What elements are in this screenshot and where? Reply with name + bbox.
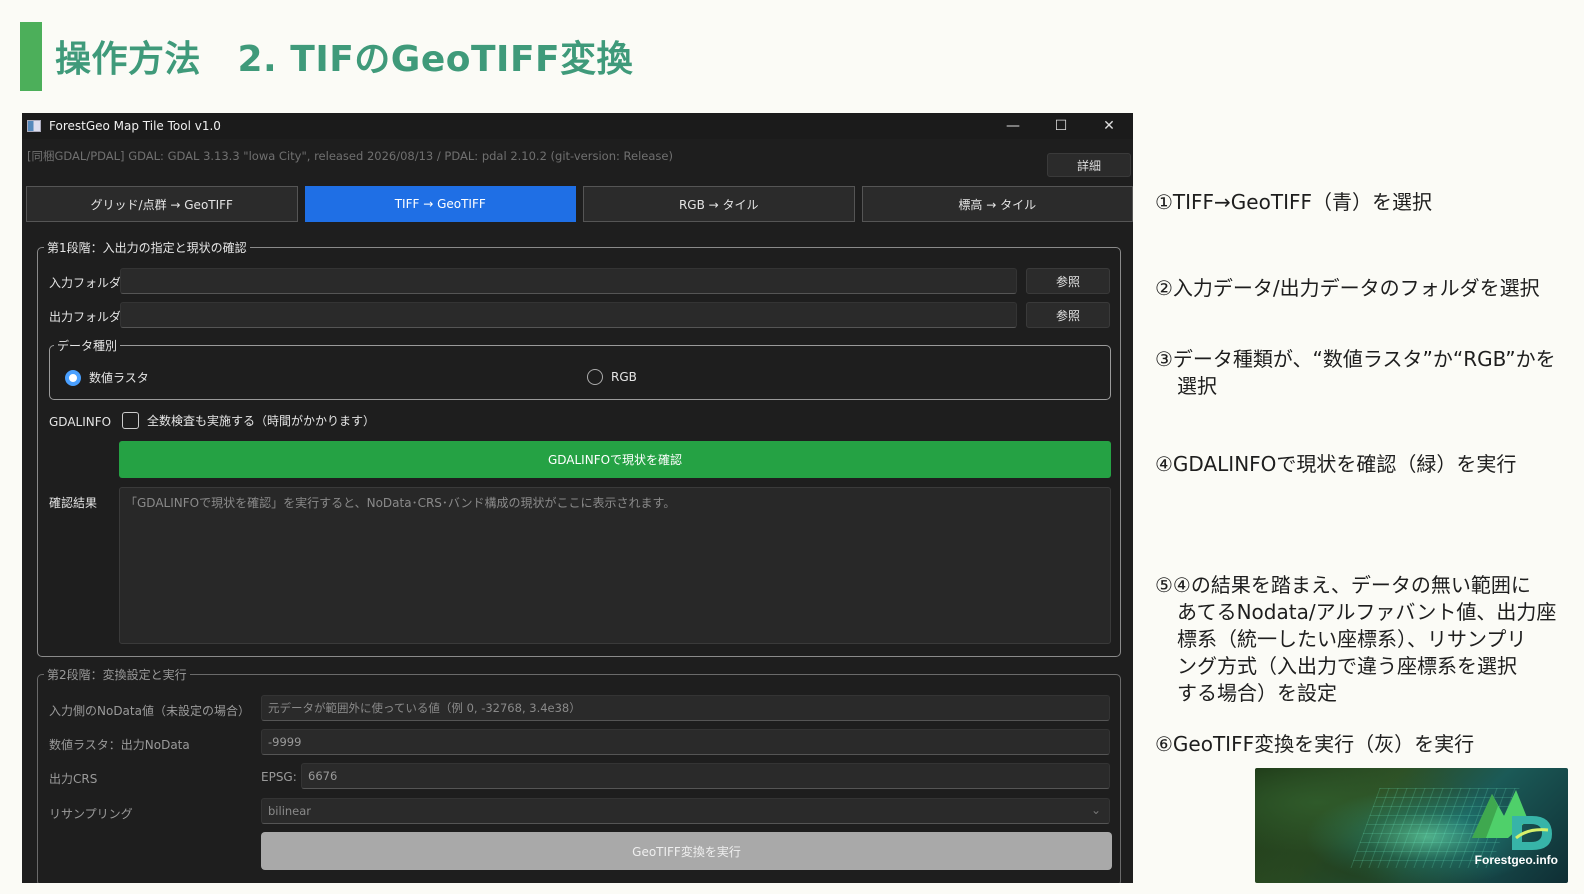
radio-rgb-label: RGB [611,370,637,384]
tab-elevation-to-tile[interactable]: 標高 → タイル [861,186,1133,222]
data-type-group: データ種別 数値ラスタ RGB [49,337,1111,400]
note-2-line: ②入力データ/出力データのフォルダを選択 [1155,276,1540,300]
input-folder-label: 入力フォルダ [49,276,122,290]
output-folder-label: 出力フォルダ [49,310,122,324]
note-2: ②入力データ/出力データのフォルダを選択 [1155,275,1540,302]
gdal-version-text: [同梱GDAL/PDAL] GDAL: GDAL 3.13.3 "lowa Ci… [27,149,673,163]
crs-label: 出力CRS [49,772,98,786]
maximize-icon[interactable]: ☐ [1037,113,1085,139]
resampling-select[interactable]: bilinear ⌄ [261,798,1110,824]
radio-selected-icon [65,369,81,386]
note-5-line-1: ⑤④の結果を踏まえ、データの無い範囲に [1155,573,1531,597]
app-icon [27,120,41,132]
full-check-checkbox[interactable]: 全数検査も実施する（時間がかかります） [122,412,375,429]
note-5-line-2: あてるNodata/アルファバント値、出力座 [1177,600,1557,624]
radio-numeric-raster[interactable]: 数値ラスタ [65,369,149,386]
tab-rgb-to-tile[interactable]: RGB → タイル [583,186,855,222]
note-1: ①TIFF→GeoTIFF（青）を選択 [1155,189,1432,216]
forestgeo-logo-icon [1472,790,1552,850]
note-3-line-1: ③データ種類が、“数値ラスタ”か“RGB”かを [1155,347,1556,371]
tab-bar: グリッド/点群 → GeoTIFF TIFF → GeoTIFF RGB → タ… [26,186,1133,222]
data-type-legend: データ種別 [54,337,121,354]
radio-numeric-label: 数値ラスタ [89,371,149,385]
input-browse-button[interactable]: 参照 [1026,268,1110,294]
radio-rgb[interactable]: RGB [587,369,637,385]
result-label: 確認結果 [49,496,98,510]
tab-grid-to-geotiff[interactable]: グリッド/点群 → GeoTIFF [26,186,298,222]
logo-text: Forestgeo.info [1474,853,1558,867]
resampling-label: リサンプリング [49,807,133,821]
note-6: ⑥GeoTIFF変換を実行（灰）を実行 [1155,731,1474,758]
output-folder-field[interactable] [120,302,1017,328]
input-folder-field[interactable] [120,268,1017,294]
gdalinfo-check-button[interactable]: GDALINFOで現状を確認 [119,441,1111,478]
nodata-in-label: 入力側のNoData値（未設定の場合） [49,704,250,718]
geotiff-convert-button[interactable]: GeoTIFF変換を実行 [261,832,1112,870]
output-browse-button[interactable]: 参照 [1026,302,1110,328]
window-titlebar: ForestGeo Map Tile Tool v1.0 — ☐ ✕ [22,113,1133,139]
note-1-line: ①TIFF→GeoTIFF（青）を選択 [1155,190,1432,214]
radio-unselected-icon [587,369,603,385]
title-accent-bar [20,22,42,91]
note-5-line-4: ング方式（入出力で違う座標系を選択 [1177,654,1517,678]
chevron-down-icon: ⌄ [1090,803,1101,817]
note-4: ④GDALINFOで現状を確認（緑）を実行 [1155,451,1516,478]
result-textarea[interactable]: 「GDALINFOで現状を確認」を実行すると、NoData･CRS･バンド構成の… [119,487,1111,644]
note-3: ③データ種類が、“数値ラスタ”か“RGB”かを 選択 [1155,346,1556,400]
checkbox-icon [122,412,139,429]
note-6-line: ⑥GeoTIFF変換を実行（灰）を実行 [1155,732,1475,756]
stage1-group: 第1段階：入出力の指定と現状の確認 入力フォルダ 参照 出力フォルダ 参照 デー… [37,239,1121,657]
stage1-legend: 第1段階：入出力の指定と現状の確認 [44,239,250,256]
close-icon[interactable]: ✕ [1085,113,1133,139]
full-check-label: 全数検査も実施する（時間がかかります） [147,414,376,428]
nodata-out-field[interactable]: -9999 [261,729,1110,755]
nodata-in-field[interactable]: 元データが範囲外に使っている値（例 0, -32768, 3.4e38） [261,695,1110,721]
tab-tiff-to-geotiff[interactable]: TIFF → GeoTIFF [304,186,576,222]
epsg-label: EPSG: [261,770,297,784]
note-5: ⑤④の結果を踏まえ、データの無い範囲に あてるNodata/アルファバント値、出… [1155,572,1556,707]
resampling-value: bilinear [268,804,312,818]
stage2-legend: 第2段階：変換設定と実行 [44,666,190,683]
detail-button[interactable]: 詳細 [1047,153,1131,177]
app-window: ForestGeo Map Tile Tool v1.0 — ☐ ✕ [同梱GD… [22,113,1133,883]
epsg-field[interactable]: 6676 [301,763,1110,789]
note-5-line-5: する場合）を設定 [1177,681,1337,705]
forestgeo-logo-image: Forestgeo.info [1255,768,1568,883]
minimize-icon[interactable]: — [989,113,1037,139]
note-3-line-2: 選択 [1177,374,1217,398]
gdal-info-bar: [同梱GDAL/PDAL] GDAL: GDAL 3.13.3 "lowa Ci… [22,139,1133,173]
note-5-line-3: 標系（統一したい座標系）、リサンプリ [1177,627,1527,651]
nodata-out-label: 数値ラスタ：出力NoData [49,738,190,752]
window-title: ForestGeo Map Tile Tool v1.0 [49,119,221,133]
slide-title: 操作方法 2. TIFのGeoTIFF変換 [55,39,634,80]
gdalinfo-label: GDALINFO [49,415,112,429]
note-4-line: ④GDALINFOで現状を確認（緑）を実行 [1155,452,1517,476]
stage2-group: 第2段階：変換設定と実行 入力側のNoData値（未設定の場合） 元データが範囲… [37,666,1121,883]
window-controls: — ☐ ✕ [989,113,1133,139]
